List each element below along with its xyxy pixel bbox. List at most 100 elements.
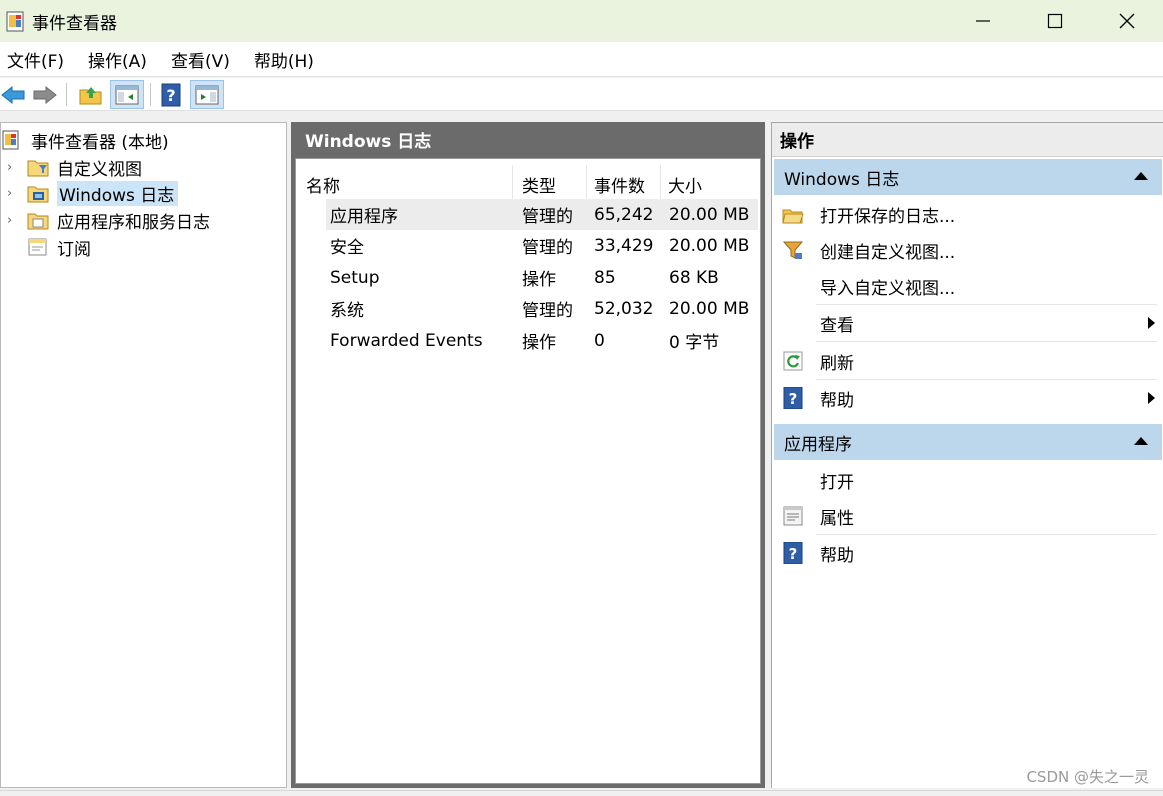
chevron-right-icon[interactable]: ›: [7, 186, 17, 201]
actions-section-windows-logs[interactable]: Windows 日志: [774, 159, 1162, 195]
action-label: 导入自定义视图...: [820, 278, 956, 299]
maximize-icon: [1047, 13, 1063, 29]
forward-button[interactable]: [31, 80, 59, 109]
cell-type: 管理的: [522, 301, 573, 321]
action-refresh[interactable]: 刷新: [774, 343, 1159, 379]
menu-bar: 文件(F) 操作(A) 查看(V) 帮助(H): [0, 42, 1163, 77]
status-bar: [0, 790, 1163, 796]
collapse-arrow-icon[interactable]: [1134, 172, 1148, 180]
cell-count: 52,032: [594, 298, 654, 319]
collapse-arrow-icon[interactable]: [1134, 437, 1148, 445]
refresh-icon: [783, 351, 803, 371]
tree-item-label: 自定义视图: [57, 159, 142, 180]
help-icon: ?: [783, 387, 803, 409]
minimize-icon: [976, 20, 990, 22]
subscription-icon: [28, 238, 47, 256]
menu-action[interactable]: 操作(A): [88, 47, 147, 72]
action-create-custom-view[interactable]: 创建自定义视图...: [774, 232, 1159, 268]
show-tree-button[interactable]: [110, 80, 144, 109]
chevron-right-icon[interactable]: ›: [7, 160, 17, 175]
action-import-custom-view[interactable]: 导入自定义视图...: [774, 268, 1159, 304]
submenu-arrow-icon: [1148, 317, 1155, 329]
app-services-folder-icon: [27, 213, 49, 230]
cell-name: 应用程序: [330, 207, 398, 227]
close-button[interactable]: [1091, 0, 1163, 42]
watermark-text: CSDN @失之一灵: [1026, 768, 1149, 786]
chevron-right-icon[interactable]: ›: [7, 213, 17, 228]
menu-view[interactable]: 查看(V): [171, 47, 230, 72]
table-row[interactable]: 应用程序 管理的 65,242 20.00 MB: [326, 199, 758, 230]
action-pane-icon: [195, 85, 219, 104]
cell-type: 管理的: [522, 207, 573, 227]
tree-item-custom-views[interactable]: › 自定义视图: [1, 154, 281, 180]
column-header-type[interactable]: 类型: [522, 169, 586, 199]
cell-count: 0: [594, 330, 605, 351]
column-header-name[interactable]: 名称: [306, 169, 512, 199]
minimize-button[interactable]: [947, 0, 1019, 42]
section-header-label: Windows 日志: [784, 169, 900, 190]
column-header-size[interactable]: 大小: [668, 169, 748, 199]
cell-count: 33,429: [594, 235, 654, 256]
log-list[interactable]: 名称 类型 事件数 大小 应用程序 管理的 65,242 20.00 MB 安全…: [295, 158, 761, 784]
cell-name: 系统: [330, 301, 364, 321]
filter-icon: [782, 241, 804, 259]
open-folder-icon: [782, 209, 804, 224]
action-open-saved-log[interactable]: 打开保存的日志...: [774, 196, 1159, 232]
cell-type: 操作: [522, 333, 556, 353]
windows-log-folder-icon: [27, 186, 49, 203]
action-label: 打开保存的日志...: [820, 206, 956, 227]
action-label: 创建自定义视图...: [820, 242, 956, 263]
tree-item-subscriptions[interactable]: 订阅: [1, 234, 281, 260]
results-pane-header: Windows 日志: [305, 131, 432, 152]
cell-type: 操作: [522, 270, 556, 290]
table-row[interactable]: 系统 管理的 52,032 20.00 MB: [326, 293, 758, 324]
cell-name: 安全: [330, 238, 364, 258]
tree-item-label: Windows 日志: [57, 180, 179, 206]
action-label: 帮助: [820, 390, 854, 411]
cell-size: 20.00 MB: [669, 204, 750, 225]
tree-item-label: 订阅: [57, 239, 91, 260]
action-label: 查看: [820, 315, 854, 336]
table-row[interactable]: Setup 操作 85 68 KB: [326, 262, 758, 293]
help-icon: ?: [161, 83, 181, 106]
back-arrow-icon: [1, 85, 25, 104]
tree-root[interactable]: 事件查看器 (本地): [1, 127, 169, 153]
toolbar: ?: [0, 78, 1163, 111]
show-action-pane-button[interactable]: [190, 80, 224, 109]
section-header-label: 应用程序: [784, 434, 852, 455]
custom-view-folder-icon: [27, 160, 49, 177]
close-icon: [1119, 13, 1135, 29]
svg-text:?: ?: [789, 390, 798, 408]
tree-item-label: 应用程序和服务日志: [57, 212, 210, 233]
help-button[interactable]: ?: [156, 80, 186, 109]
open-log-button[interactable]: [76, 80, 106, 109]
cell-size: 68 KB: [669, 267, 719, 288]
action-label: 刷新: [820, 353, 854, 374]
actions-pane-title: 操作: [772, 123, 1163, 157]
action-view[interactable]: 查看: [774, 305, 1159, 341]
cell-name: Forwarded Events: [330, 330, 483, 351]
action-label: 属性: [820, 508, 854, 529]
folder-up-icon: [79, 86, 102, 104]
action-properties[interactable]: 属性: [774, 498, 1159, 534]
menu-file[interactable]: 文件(F): [7, 47, 64, 72]
window-title: 事件查看器: [32, 13, 117, 34]
action-help-windows-logs[interactable]: ? 帮助: [774, 380, 1159, 416]
results-pane: Windows 日志 名称 类型 事件数 大小 应用程序 管理的 65,242 …: [291, 122, 765, 788]
actions-pane: 操作 Windows 日志 打开保存的日志... 创建自定义视图... 导入自定…: [771, 122, 1163, 788]
tree-item-windows-logs[interactable]: › Windows 日志: [1, 180, 281, 206]
action-open[interactable]: 打开: [774, 462, 1159, 498]
actions-section-application[interactable]: 应用程序: [774, 424, 1162, 460]
menu-help[interactable]: 帮助(H): [254, 47, 314, 72]
tree-item-app-service-logs[interactable]: › 应用程序和服务日志: [1, 207, 281, 233]
column-header-count[interactable]: 事件数: [594, 169, 660, 199]
table-row[interactable]: 安全 管理的 33,429 20.00 MB: [326, 230, 758, 261]
table-row[interactable]: Forwarded Events 操作 0 0 字节: [326, 325, 758, 356]
cell-type: 管理的: [522, 238, 573, 258]
action-help-application[interactable]: ? 帮助: [774, 535, 1159, 571]
back-button[interactable]: [0, 80, 26, 109]
console-tree-icon: [115, 85, 139, 104]
properties-icon: [783, 506, 803, 526]
cell-size: 20.00 MB: [669, 235, 750, 256]
maximize-button[interactable]: [1019, 0, 1091, 42]
